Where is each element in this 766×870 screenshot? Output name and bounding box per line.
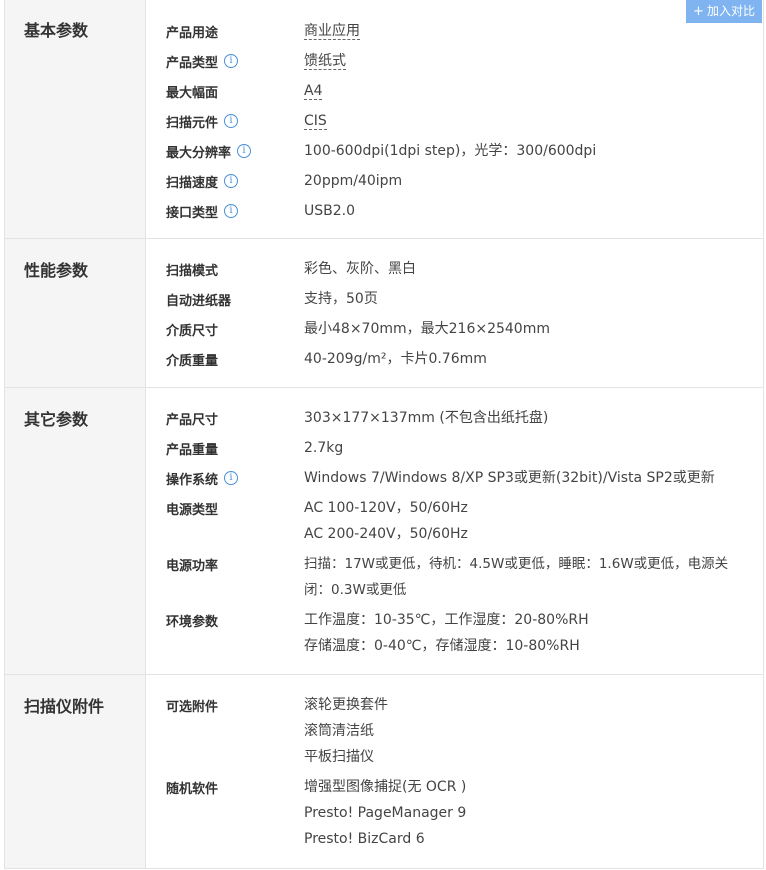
spec-value: 增强型图像捕捉(无 OCR ) Presto! PageManager 9 Pres… bbox=[304, 779, 467, 847]
spec-label: 产品重量 bbox=[166, 442, 219, 458]
info-icon[interactable]: i bbox=[224, 54, 239, 68]
spec-value: 40-209g/m²，卡片0.76mm bbox=[304, 351, 487, 367]
spec-value: 303×177×137mm (不包含出纸托盘) bbox=[304, 410, 549, 426]
spec-label: 扫描速度 i bbox=[166, 168, 304, 194]
spec-value[interactable]: 商业应用 bbox=[304, 18, 763, 44]
spec-label: 可选附件 bbox=[166, 699, 219, 715]
spec-label: 自动进纸器 bbox=[166, 293, 232, 309]
spec-value: 最小48×70mm，最大216×2540mm bbox=[304, 321, 550, 337]
spec-label: 电源类型 bbox=[166, 502, 219, 518]
spec-value[interactable]: 馈纸式 bbox=[304, 48, 763, 74]
spec-label: 介质尺寸 bbox=[166, 323, 219, 339]
section-body: 产品尺寸 303×177×137mm (不包含出纸托盘) 产品重量 2.7kg … bbox=[146, 388, 763, 674]
spec-label: 随机软件 bbox=[166, 781, 219, 797]
spec-label: 扫描模式 bbox=[166, 263, 219, 279]
section-body: 可选附件 滚轮更换套件 滚筒清洁纸 平板扫描仪 随机软件 增强型图像捕捉(无 OCR… bbox=[146, 675, 763, 868]
spec-value: Windows 7/Windows 8/XP SP3或更新(32bit)/Vis… bbox=[304, 470, 715, 486]
spec-row: 接口类型 i USB2.0 bbox=[166, 198, 763, 228]
info-icon[interactable]: i bbox=[224, 471, 239, 485]
spec-row: 自动进纸器 支持，50页 bbox=[166, 286, 763, 316]
section-title: 基本参数 bbox=[5, 0, 146, 238]
spec-row: 可选附件 滚轮更换套件 滚筒清洁纸 平板扫描仪 bbox=[166, 692, 763, 774]
spec-row: 产品类型 i 馈纸式 bbox=[166, 48, 763, 78]
spec-value: 滚轮更换套件 滚筒清洁纸 平板扫描仪 bbox=[304, 697, 388, 765]
info-icon[interactable]: i bbox=[224, 174, 239, 188]
spec-row: 扫描元件 i CIS bbox=[166, 108, 763, 138]
spec-label: 扫描元件 i bbox=[166, 108, 304, 134]
spec-row: 介质重量 40-209g/m²，卡片0.76mm bbox=[166, 346, 763, 376]
spec-row: 操作系统 i Windows 7/Windows 8/XP SP3或更新(32bi… bbox=[166, 465, 763, 495]
spec-row: 最大幅面 A4 bbox=[166, 78, 763, 108]
spec-label: 产品尺寸 bbox=[166, 412, 219, 428]
spec-label: 接口类型 i bbox=[166, 198, 304, 224]
section-title: 性能参数 bbox=[5, 239, 146, 387]
section-body: 产品用途 商业应用 产品类型 i 馈纸式 最大幅面 A4 扫描元件 i CIS 最大… bbox=[146, 0, 763, 238]
spec-label: 最大分辨率 i bbox=[166, 138, 304, 164]
spec-row: 产品重量 2.7kg bbox=[166, 435, 763, 465]
spec-label: 电源功率 bbox=[166, 558, 219, 574]
spec-value: 100-600dpi(1dpi step)，光学：300/600dpi bbox=[304, 143, 597, 159]
spec-value: 20ppm/40ipm bbox=[304, 173, 403, 189]
spec-section-basic: 基本参数 产品用途 商业应用 产品类型 i 馈纸式 最大幅面 A4 扫描元件 i C… bbox=[5, 0, 763, 239]
spec-label: 介质重量 bbox=[166, 353, 219, 369]
spec-row: 随机软件 增强型图像捕捉(无 OCR ) Presto! PageManager … bbox=[166, 774, 763, 856]
spec-table: 基本参数 产品用途 商业应用 产品类型 i 馈纸式 最大幅面 A4 扫描元件 i C… bbox=[4, 0, 764, 869]
spec-row: 扫描速度 i 20ppm/40ipm bbox=[166, 168, 763, 198]
spec-value[interactable]: A4 bbox=[304, 78, 763, 104]
spec-label: 产品用途 bbox=[166, 25, 219, 41]
spec-row: 环境参数 工作温度：10-35℃，工作湿度：20-80%RH 存储温度：0-40℃… bbox=[166, 607, 763, 663]
section-title: 扫描仪附件 bbox=[5, 675, 146, 868]
spec-value: AC 100-120V，50/60Hz AC 200-240V，50/60Hz bbox=[304, 500, 468, 542]
spec-value: USB2.0 bbox=[304, 203, 356, 219]
spec-label: 环境参数 bbox=[166, 614, 219, 630]
spec-row: 电源功率 扫描：17W或更低，待机：4.5W或更低，睡眠：1.6W或更低，电源关… bbox=[166, 551, 763, 607]
spec-row: 产品用途 商业应用 bbox=[166, 18, 763, 48]
spec-label: 产品类型 i bbox=[166, 48, 304, 74]
info-icon[interactable]: i bbox=[224, 204, 239, 218]
spec-value[interactable]: CIS bbox=[304, 108, 763, 134]
section-body: 扫描模式 彩色、灰阶、黑白 自动进纸器 支持，50页 介质尺寸 最小48×70m… bbox=[146, 239, 763, 387]
spec-section-accessories: 扫描仪附件 可选附件 滚轮更换套件 滚筒清洁纸 平板扫描仪 随机软件 增强型图像捕捉… bbox=[5, 675, 763, 869]
spec-section-other: 其它参数 产品尺寸 303×177×137mm (不包含出纸托盘) 产品重量 2… bbox=[5, 388, 763, 675]
spec-value: 彩色、灰阶、黑白 bbox=[304, 261, 416, 277]
section-title: 其它参数 bbox=[5, 388, 146, 674]
spec-row: 介质尺寸 最小48×70mm，最大216×2540mm bbox=[166, 316, 763, 346]
spec-row: 扫描模式 彩色、灰阶、黑白 bbox=[166, 256, 763, 286]
spec-value: 支持，50页 bbox=[304, 291, 378, 307]
spec-value: 2.7kg bbox=[304, 440, 344, 456]
spec-label: 最大幅面 bbox=[166, 85, 219, 101]
spec-value: 工作温度：10-35℃，工作湿度：20-80%RH 存储温度：0-40℃，存储湿度… bbox=[304, 612, 589, 654]
spec-row: 电源类型 AC 100-120V，50/60Hz AC 200-240V，50/6… bbox=[166, 495, 763, 551]
spec-value: 扫描：17W或更低，待机：4.5W或更低，睡眠：1.6W或更低，电源关 闭：0.3… bbox=[304, 556, 729, 598]
spec-row: 最大分辨率 i 100-600dpi(1dpi step)，光学：300/600d… bbox=[166, 138, 763, 168]
info-icon[interactable]: i bbox=[237, 144, 252, 158]
spec-section-performance: 性能参数 扫描模式 彩色、灰阶、黑白 自动进纸器 支持，50页 介质尺寸 最小4… bbox=[5, 239, 763, 388]
spec-row: 产品尺寸 303×177×137mm (不包含出纸托盘) bbox=[166, 405, 763, 435]
info-icon[interactable]: i bbox=[224, 114, 239, 128]
spec-label: 操作系统 i bbox=[166, 465, 304, 491]
